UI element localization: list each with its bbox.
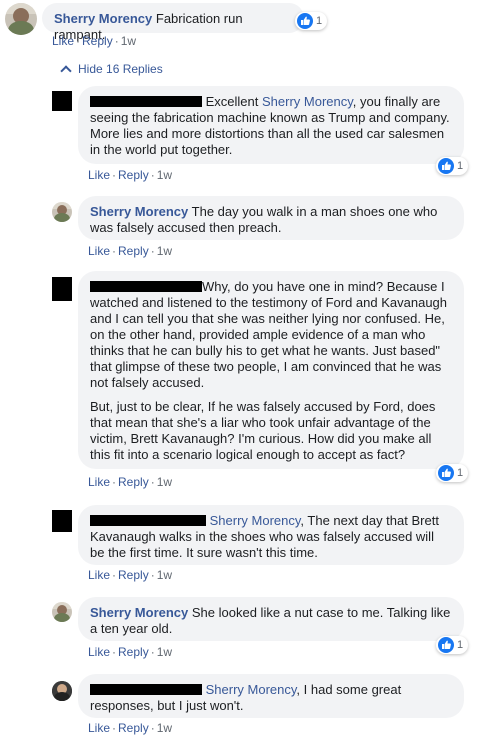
avatar-redacted bbox=[52, 510, 72, 532]
avatar[interactable] bbox=[52, 681, 72, 701]
timestamp[interactable]: 1w bbox=[121, 34, 136, 48]
reply-actions: Like · Reply · 1w bbox=[88, 475, 173, 489]
timestamp[interactable]: 1w bbox=[157, 244, 172, 258]
avatar[interactable] bbox=[52, 602, 72, 622]
avatar[interactable] bbox=[5, 3, 37, 35]
timestamp[interactable]: 1w bbox=[157, 168, 172, 182]
thumbs-up-icon bbox=[297, 13, 313, 29]
reply-button[interactable]: Reply bbox=[118, 168, 149, 182]
reply-actions: Like · Reply · 1w bbox=[88, 721, 173, 735]
thumbs-up-icon bbox=[438, 465, 454, 481]
like-button[interactable]: Like bbox=[88, 168, 110, 182]
reply-bubble: Sherry Morency, I had some great respons… bbox=[78, 674, 464, 718]
comment-actions: Like · Reply · 1w bbox=[52, 34, 137, 48]
reply-bubble: Sherry Morency She looked like a nut cas… bbox=[78, 597, 464, 641]
reply-button[interactable]: Reply bbox=[118, 568, 149, 582]
thumbs-up-icon bbox=[438, 637, 454, 653]
reply-bubble: Excellent Sherry Morency, you finally ar… bbox=[78, 86, 464, 164]
like-button[interactable]: Like bbox=[88, 475, 110, 489]
reply-button[interactable]: Reply bbox=[118, 721, 149, 735]
reply-bubble: Why, do you have one in mind? Because I … bbox=[78, 271, 464, 469]
comment-bubble: Sherry Morency Fabrication run rampant. bbox=[42, 3, 304, 42]
reaction-count[interactable]: 1 bbox=[436, 636, 469, 654]
author-redacted bbox=[90, 684, 202, 695]
reply-button[interactable]: Reply bbox=[118, 645, 149, 659]
mention-link[interactable]: Sherry Morency bbox=[210, 513, 301, 528]
reply-author[interactable]: Sherry Morency bbox=[90, 204, 188, 219]
like-button[interactable]: Like bbox=[52, 34, 74, 48]
reply-actions: Like · Reply · 1w bbox=[88, 645, 173, 659]
reaction-count[interactable]: 1 bbox=[436, 157, 469, 175]
thumbs-up-icon bbox=[438, 158, 454, 174]
reply-button[interactable]: Reply bbox=[82, 34, 113, 48]
mention-link[interactable]: Sherry Morency bbox=[206, 682, 297, 697]
reply-button[interactable]: Reply bbox=[118, 475, 149, 489]
reaction-count[interactable]: 1 bbox=[436, 464, 469, 482]
author-redacted bbox=[90, 96, 202, 107]
reply-author[interactable]: Sherry Morency bbox=[90, 605, 188, 620]
timestamp[interactable]: 1w bbox=[157, 721, 172, 735]
like-button[interactable]: Like bbox=[88, 568, 110, 582]
timestamp[interactable]: 1w bbox=[157, 645, 172, 659]
reply-actions: Like · Reply · 1w bbox=[88, 568, 173, 582]
avatar[interactable] bbox=[52, 202, 72, 222]
chevron-up-icon bbox=[60, 65, 72, 77]
reply-button[interactable]: Reply bbox=[118, 244, 149, 258]
reply-actions: Like · Reply · 1w bbox=[88, 244, 173, 258]
timestamp[interactable]: 1w bbox=[157, 475, 172, 489]
author-redacted bbox=[90, 281, 202, 292]
timestamp[interactable]: 1w bbox=[157, 568, 172, 582]
like-button[interactable]: Like bbox=[88, 645, 110, 659]
reply-actions: Like · Reply · 1w bbox=[88, 168, 173, 182]
reply-bubble: Sherry Morency, The next day that Brett … bbox=[78, 505, 464, 565]
author-redacted bbox=[90, 515, 206, 526]
comment-author[interactable]: Sherry Morency bbox=[54, 11, 152, 26]
reaction-count[interactable]: 1 bbox=[295, 12, 328, 30]
like-button[interactable]: Like bbox=[88, 721, 110, 735]
like-button[interactable]: Like bbox=[88, 244, 110, 258]
avatar-redacted bbox=[52, 277, 72, 301]
reply-bubble: Sherry Morency The day you walk in a man… bbox=[78, 196, 464, 240]
mention-link[interactable]: Sherry Morency bbox=[262, 94, 353, 109]
hide-replies-link[interactable]: Hide 16 Replies bbox=[60, 62, 163, 77]
avatar-redacted bbox=[52, 91, 72, 111]
